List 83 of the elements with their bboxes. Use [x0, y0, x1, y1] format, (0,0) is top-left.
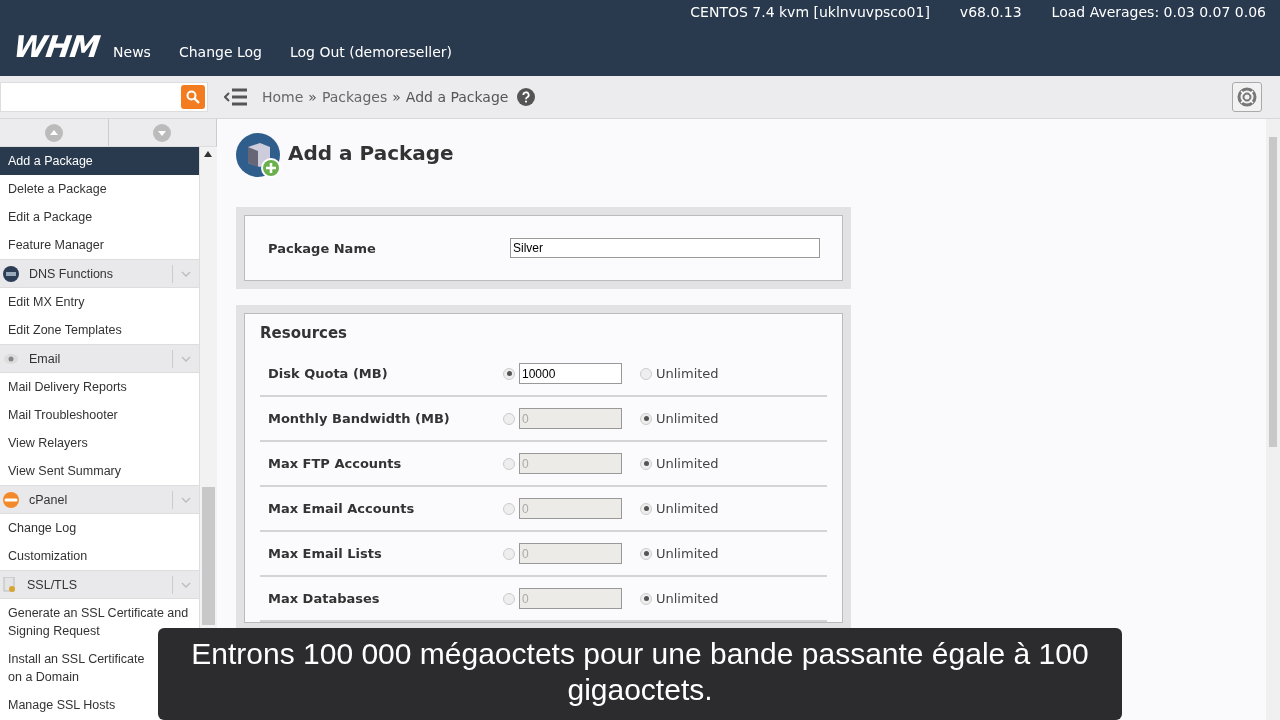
- sidebar-item[interactable]: Mail Troubleshooter: [8, 406, 118, 424]
- breadcrumb-link[interactable]: Home: [262, 89, 304, 105]
- breadcrumb-separator: »: [308, 89, 317, 105]
- radio-label: Unlimited: [656, 411, 719, 426]
- radio-button[interactable]: [640, 592, 652, 605]
- radio-label: Unlimited: [656, 366, 719, 381]
- scrollbar[interactable]: [1266, 119, 1280, 720]
- radio-button[interactable]: [503, 547, 515, 560]
- load-averages: Load Averages: 0.03 0.07 0.06: [1051, 4, 1266, 22]
- chevron-icon[interactable]: [181, 355, 192, 362]
- sidebar-item[interactable]: Change Log: [8, 519, 77, 537]
- package-icon: [236, 133, 282, 179]
- group-label: cPanel: [29, 492, 69, 507]
- radio-button[interactable]: [640, 502, 652, 515]
- search-icon: [186, 90, 200, 104]
- radio-button[interactable]: [503, 412, 515, 425]
- sidebar-item[interactable]: Install an SSL Certificate on a Domain: [8, 650, 158, 686]
- breadcrumb-separator: »: [392, 89, 401, 105]
- radio-button[interactable]: [640, 367, 652, 380]
- search-field[interactable]: [0, 82, 208, 112]
- field-label: Monthly Bandwidth (MB): [268, 411, 451, 426]
- field-label: Max Email Lists: [268, 546, 383, 561]
- radio-button[interactable]: [640, 412, 652, 425]
- sidebar-group[interactable]: Email: [0, 344, 200, 373]
- page-title: Add a Package: [288, 141, 454, 167]
- sidebar-item[interactable]: View Relayers: [8, 434, 88, 452]
- sidebar-item[interactable]: Delete a Package: [8, 180, 107, 198]
- radio-label: Unlimited: [656, 591, 719, 606]
- sidebar-item[interactable]: View Sent Summary: [8, 462, 121, 480]
- support-button[interactable]: [1232, 82, 1262, 112]
- group-label: SSL/TLS: [27, 577, 79, 592]
- certificate-icon: [3, 576, 17, 593]
- nav-link[interactable]: Log Out (demoreseller): [289, 44, 452, 62]
- search-button[interactable]: [181, 85, 205, 109]
- section-title: Resources: [260, 324, 349, 342]
- field-label: Max FTP Accounts: [268, 456, 403, 471]
- scroll-down-icon[interactable]: [153, 123, 172, 142]
- breadcrumb-current: Add a Package: [405, 89, 509, 105]
- scroll-up-icon[interactable]: [44, 123, 63, 142]
- group-label: DNS Functions: [29, 266, 115, 281]
- version-label: v68.0.13: [959, 4, 1022, 22]
- scrollbar-thumb[interactable]: [202, 487, 215, 625]
- chevron-icon[interactable]: [181, 496, 192, 503]
- sidebar-item[interactable]: Manage SSL Hosts: [8, 696, 116, 714]
- arrow-up-icon[interactable]: [204, 151, 213, 157]
- radio-label: Unlimited: [656, 456, 719, 471]
- dns-icon: [3, 265, 19, 282]
- radio-button[interactable]: [640, 457, 652, 470]
- field-label: Disk Quota (MB): [268, 366, 389, 381]
- lifebuoy-icon: [1237, 87, 1257, 107]
- radio-label: Unlimited: [656, 501, 719, 516]
- help-icon[interactable]: [517, 88, 536, 106]
- chevron-icon[interactable]: [181, 270, 192, 277]
- sidebar-item[interactable]: Add a Package: [8, 152, 93, 170]
- breadcrumb-link[interactable]: Packages: [321, 89, 388, 105]
- sidebar-item[interactable]: Customization: [8, 547, 88, 565]
- sidebar-item[interactable]: Mail Delivery Reports: [8, 378, 127, 396]
- package-name-field[interactable]: Silver: [510, 238, 820, 258]
- radio-button[interactable]: [640, 547, 652, 560]
- nav-link[interactable]: News: [113, 44, 151, 62]
- logo[interactable]: WHM: [11, 32, 102, 62]
- sidebar-group[interactable]: SSL/TLS: [0, 570, 200, 599]
- video-caption: Entrons 100 000 mégaoctets pour une bande passante égale à 100 gigaoctets.: [158, 628, 1122, 720]
- sidebar-group[interactable]: DNS Functions: [0, 259, 200, 288]
- sidebar-item[interactable]: Edit a Package: [8, 208, 93, 226]
- menu-icon[interactable]: [224, 87, 248, 107]
- nav-link[interactable]: Change Log: [178, 44, 262, 62]
- sidebar-item[interactable]: Edit MX Entry: [8, 293, 85, 311]
- chevron-icon[interactable]: [181, 581, 192, 588]
- radio-button[interactable]: [503, 367, 515, 380]
- field-label: Max Databases: [268, 591, 381, 606]
- group-label: Email: [29, 351, 62, 366]
- sidebar-item[interactable]: Feature Manager: [8, 236, 104, 254]
- radio-button[interactable]: [503, 502, 515, 515]
- server-info: CENTOS 7.4 kvm [uklnvuvpsco01]: [690, 4, 930, 22]
- number-field[interactable]: 10000: [519, 363, 622, 384]
- sidebar-group[interactable]: cPanel: [0, 485, 200, 514]
- radio-button[interactable]: [503, 592, 515, 605]
- field-label: Max Email Accounts: [268, 501, 416, 516]
- radio-button[interactable]: [503, 457, 515, 470]
- field-label: Package Name: [268, 240, 376, 256]
- radio-label: Unlimited: [656, 546, 719, 561]
- sidebar-item[interactable]: Edit Zone Templates: [8, 321, 122, 339]
